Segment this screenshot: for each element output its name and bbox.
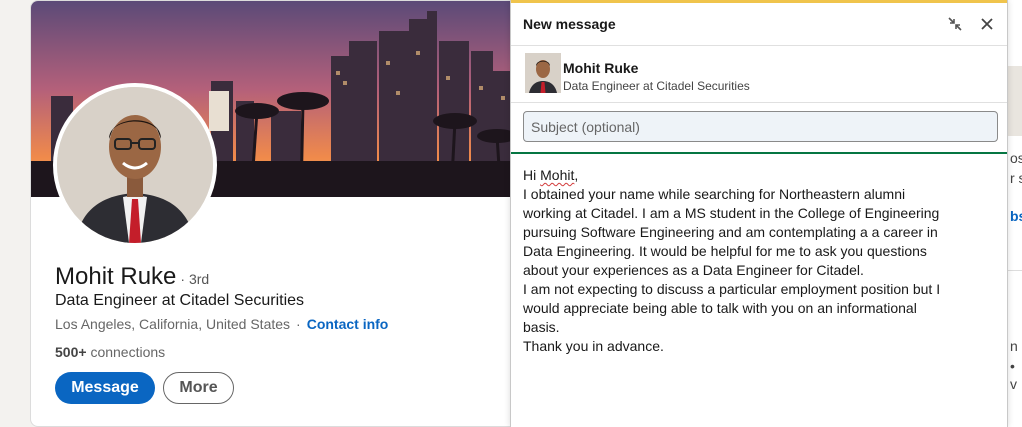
dialog-header[interactable]: New message: [511, 3, 1007, 46]
recipient-headline: Data Engineer at Citadel Securities: [563, 79, 750, 93]
profile-photo[interactable]: [53, 83, 217, 247]
message-line: working at Citadel. I am a MS student in…: [523, 205, 940, 221]
profile-card: Mohit Ruke · 3rd Data Engineer at Citade…: [30, 0, 530, 427]
message-line: basis.: [523, 319, 560, 335]
recipient-row: Mohit Ruke Data Engineer at Citadel Secu…: [511, 47, 1007, 103]
message-line: pursuing Software Engineering and am con…: [523, 224, 938, 240]
connections-count[interactable]: 500+ connections: [55, 344, 165, 360]
recipient-avatar: [525, 53, 561, 93]
connections-label: connections: [90, 344, 166, 360]
message-line: would appreciate being able to talk with…: [523, 300, 917, 316]
sidebar-text-fragment: r s: [1010, 170, 1022, 186]
message-line: I am not expecting to discuss a particul…: [523, 281, 941, 297]
dialog-title: New message: [523, 16, 616, 32]
contact-info-link[interactable]: Contact info: [307, 316, 389, 332]
more-button[interactable]: More: [163, 372, 234, 404]
profile-headline: Data Engineer at Citadel Securities: [55, 292, 305, 309]
message-line: I obtained your name while searching for…: [523, 186, 906, 202]
recipient-name[interactable]: Mohit Ruke: [563, 60, 638, 76]
new-message-dialog: New message Mohit Ruke Data Engineer at …: [510, 0, 1008, 427]
sidebar-text-fragment: •: [1010, 358, 1015, 374]
connections-number: 500+: [55, 344, 87, 360]
greeting-punctuation: ,: [574, 167, 579, 183]
connection-degree: · 3rd: [180, 271, 210, 287]
right-sidebar-banner: [1008, 66, 1022, 136]
greeting-word: Hi: [523, 167, 537, 183]
location-row: Los Angeles, California, United States ·…: [55, 316, 388, 332]
location-separator: ·: [296, 316, 301, 332]
sidebar-divider: [1008, 270, 1022, 271]
message-line: Thank you in advance.: [523, 338, 664, 354]
sidebar-link-fragment[interactable]: bs: [1010, 208, 1022, 224]
sidebar-text-fragment: os: [1010, 150, 1022, 166]
sidebar-text-fragment: n •: [1010, 338, 1022, 354]
message-body-focus-line: [511, 152, 1007, 154]
message-body-textarea[interactable]: Hi Mohit, I obtained your name while sea…: [523, 166, 983, 356]
message-line: Data Engineering. It would be helpful fo…: [523, 243, 927, 259]
profile-location: Los Angeles, California, United States: [55, 316, 291, 332]
sidebar-text-fragment: v: [1010, 376, 1017, 392]
collapse-button[interactable]: [943, 12, 967, 36]
collapse-icon: [948, 17, 962, 31]
message-greeting-line: Hi Mohit,: [523, 166, 983, 185]
close-button[interactable]: [975, 12, 999, 36]
profile-name: Mohit Ruke: [55, 263, 177, 290]
close-icon: [981, 18, 993, 30]
message-line: about your experiences as a Data Enginee…: [523, 262, 864, 278]
greeting-name: Mohit: [540, 167, 575, 183]
name-row: Mohit Ruke · 3rd: [55, 263, 209, 291]
subject-input[interactable]: [523, 111, 998, 142]
message-button[interactable]: Message: [55, 372, 155, 404]
